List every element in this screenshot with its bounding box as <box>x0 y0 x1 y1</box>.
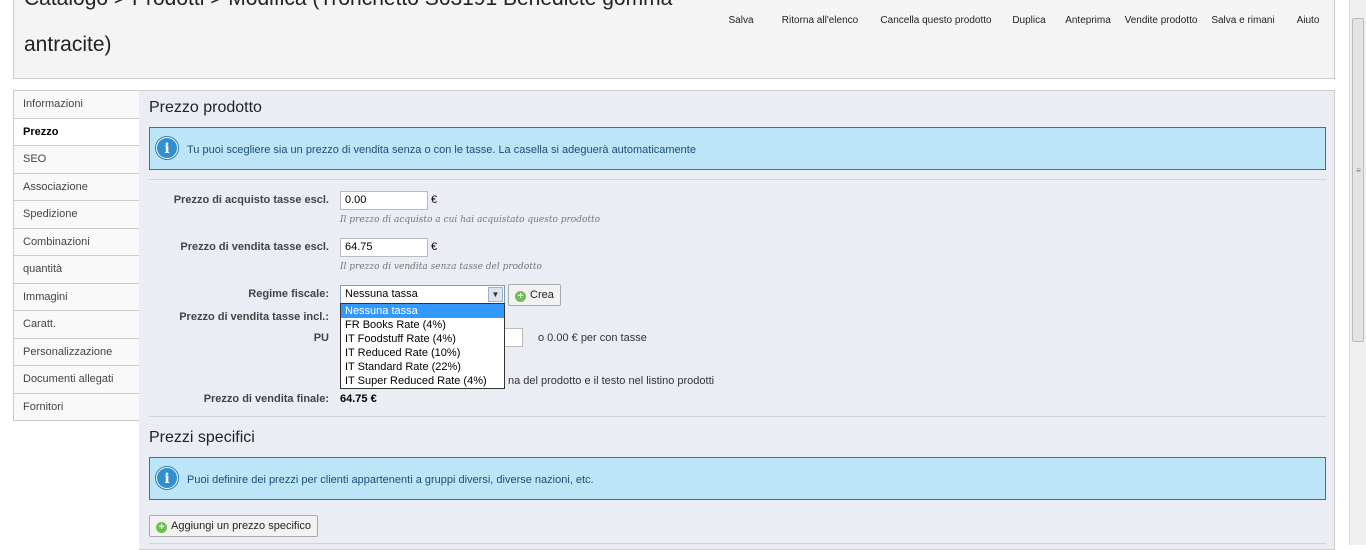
add-specific-price-button[interactable]: + Aggiungi un prezzo specifico <box>149 515 319 537</box>
info-icon: i <box>156 467 178 489</box>
price-incl-tax-label: Prezzo di vendita tasse incl.: <box>179 311 329 323</box>
currency-symbol: € <box>431 194 438 206</box>
vertical-scrollbar[interactable]: ≡ <box>1349 0 1366 545</box>
tab-combinazioni[interactable]: Combinazioni <box>14 229 139 256</box>
plus-icon: + <box>156 522 167 533</box>
duplicate-button[interactable]: Duplica <box>1000 0 1058 30</box>
price-info-box: i Tu puoi scegliere sia un prezzo di ven… <box>149 127 1326 170</box>
page-title: Catalogo > Prodotti > Modifica (Tronchet… <box>24 0 672 56</box>
unit-price-label: PU <box>313 332 329 344</box>
tax-option[interactable]: FR Books Rate (4%) <box>341 318 504 332</box>
create-tax-button[interactable]: + Crea <box>508 284 561 306</box>
specific-prices-info-text: Puoi definire dei prezzi per clienti app… <box>187 474 594 486</box>
tax-rule-label: Regime fiscale: <box>248 288 329 300</box>
retail-price-label: Prezzo di vendita tasse escl. <box>180 241 329 253</box>
price-tab-content: Prezzo prodotto i Tu puoi scegliere sia … <box>139 90 1335 550</box>
tax-option[interactable]: IT Reduced Rate (10%) <box>341 346 504 360</box>
product-sales-button[interactable]: Vendite prodotto <box>1118 0 1204 30</box>
toolbar: Salva Ritorna all'elenco Cancella questo… <box>714 0 1334 30</box>
tax-option[interactable]: Nessuna tassa <box>341 304 504 318</box>
tax-rule-select[interactable]: Nessuna tassa ▼ <box>340 285 505 304</box>
tab-informazioni[interactable]: Informazioni <box>14 91 139 119</box>
tax-option[interactable]: IT Super Reduced Rate (4%) <box>341 374 504 388</box>
preview-button[interactable]: Anteprima <box>1058 0 1118 30</box>
tab-prezzo[interactable]: Prezzo <box>14 118 140 146</box>
specific-prices-info-box: i Puoi definire dei prezzi per clienti a… <box>149 457 1326 500</box>
currency-symbol: € <box>431 241 438 253</box>
divider <box>149 543 1326 544</box>
divider <box>149 179 1326 180</box>
retail-price-input[interactable]: 64.75 <box>340 238 428 257</box>
retail-price-hint: Il prezzo di vendita senza tasse del pro… <box>340 262 542 272</box>
delete-product-button[interactable]: Cancella questo prodotto <box>872 0 1000 30</box>
tab-caratt[interactable]: Caratt. <box>14 311 139 339</box>
help-button[interactable]: Aiuto <box>1282 0 1334 30</box>
tax-option[interactable]: IT Standard Rate (22%) <box>341 360 504 374</box>
scrollbar-thumb[interactable]: ≡ <box>1352 18 1364 342</box>
product-tabs: Informazioni Prezzo SEO Associazione Spe… <box>13 90 140 421</box>
page-header: Catalogo > Prodotti > Modifica (Tronchet… <box>13 0 1335 79</box>
save-button[interactable]: Salva <box>714 0 768 30</box>
save-and-stay-button[interactable]: Salva e rimani <box>1204 0 1282 30</box>
chevron-down-icon[interactable]: ▼ <box>488 287 503 302</box>
plus-icon: + <box>515 291 526 302</box>
grip-icon: ≡ <box>1356 166 1361 175</box>
tab-documenti-allegati[interactable]: Documenti allegati <box>14 366 139 394</box>
tab-seo[interactable]: SEO <box>14 146 139 174</box>
specific-prices-title: Prezzi specifici <box>149 429 255 446</box>
back-to-list-button[interactable]: Ritorna all'elenco <box>768 0 872 30</box>
info-icon: i <box>156 137 178 159</box>
tab-spedizione[interactable]: Spedizione <box>14 201 139 229</box>
unit-price-with-tax-text: o 0.00 € per con tasse <box>538 332 647 344</box>
final-price-label: Prezzo di vendita finale: <box>203 393 329 405</box>
divider <box>149 416 1326 417</box>
tax-option[interactable]: IT Foodstuff Rate (4%) <box>341 332 504 346</box>
tax-rule-dropdown: Nessuna tassa FR Books Rate (4%) IT Food… <box>340 303 505 389</box>
price-info-text: Tu puoi scegliere sia un prezzo di vendi… <box>187 144 696 156</box>
wholesale-price-label: Prezzo di acquisto tasse escl. <box>173 194 329 206</box>
tab-associazione[interactable]: Associazione <box>14 174 139 201</box>
price-section-title: Prezzo prodotto <box>149 99 262 116</box>
tab-personalizzazione[interactable]: Personalizzazione <box>14 339 139 366</box>
tax-rule-selected: Nessuna tassa <box>345 288 418 300</box>
tab-immagini[interactable]: Immagini <box>14 284 139 311</box>
create-tax-label: Crea <box>530 289 554 301</box>
wholesale-price-hint: Il prezzo di acquisto a cui hai acquista… <box>340 215 601 225</box>
final-price-value: 64.75 € <box>340 393 377 405</box>
wholesale-price-input[interactable]: 0.00 <box>340 191 428 210</box>
add-specific-price-label: Aggiungi un prezzo specifico <box>171 520 312 532</box>
tab-fornitori[interactable]: Fornitori <box>14 394 139 421</box>
tab-quantita[interactable]: quantità <box>14 256 139 284</box>
unit-price-hint: na del prodotto e il testo nel listino p… <box>508 375 715 387</box>
